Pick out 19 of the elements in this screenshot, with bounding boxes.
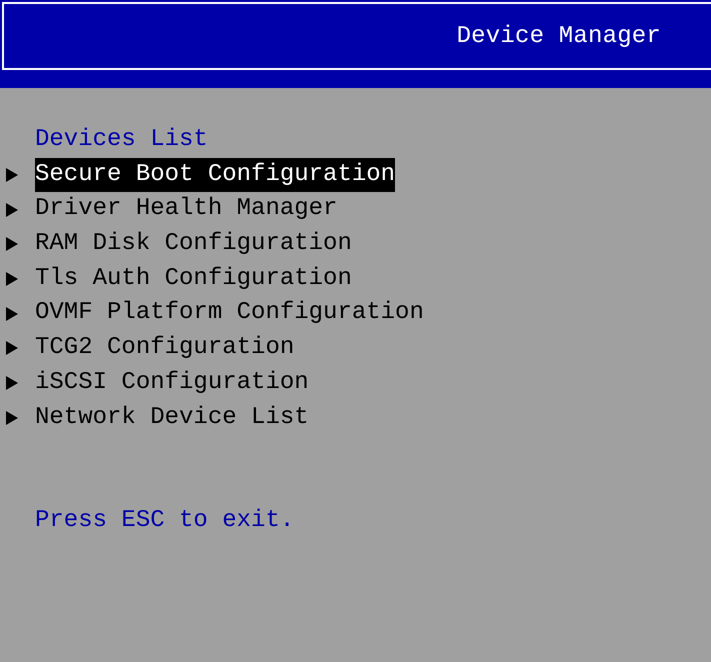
triangle-icon [6,410,18,425]
help-text: Press ESC to exit. [34,506,294,536]
menu-item[interactable]: iSCSI Configuration [35,366,309,401]
menu-item[interactable]: TCG2 Configuration [35,331,294,366]
triangle-icon [6,237,18,252]
menu-item[interactable]: Network Device List [35,400,309,436]
window-title: Device Manager [456,22,661,50]
triangle-icon [6,341,18,356]
menu-item[interactable]: Tls Auth Configuration [35,262,352,296]
menu-item[interactable]: RAM Disk Configuration [35,227,352,262]
menu-item[interactable]: OVMF Platform Configuration [35,296,424,332]
menu-item[interactable]: Driver Health Manager [35,192,338,228]
menu-item[interactable]: Secure Boot Configuration [35,158,396,192]
triangle-icon [6,272,18,286]
section-heading: Devices List [34,125,208,155]
triangle-icon [6,202,18,217]
triangle-icon [6,306,18,321]
triangle-icon [6,376,18,390]
triangle-icon [6,168,18,182]
